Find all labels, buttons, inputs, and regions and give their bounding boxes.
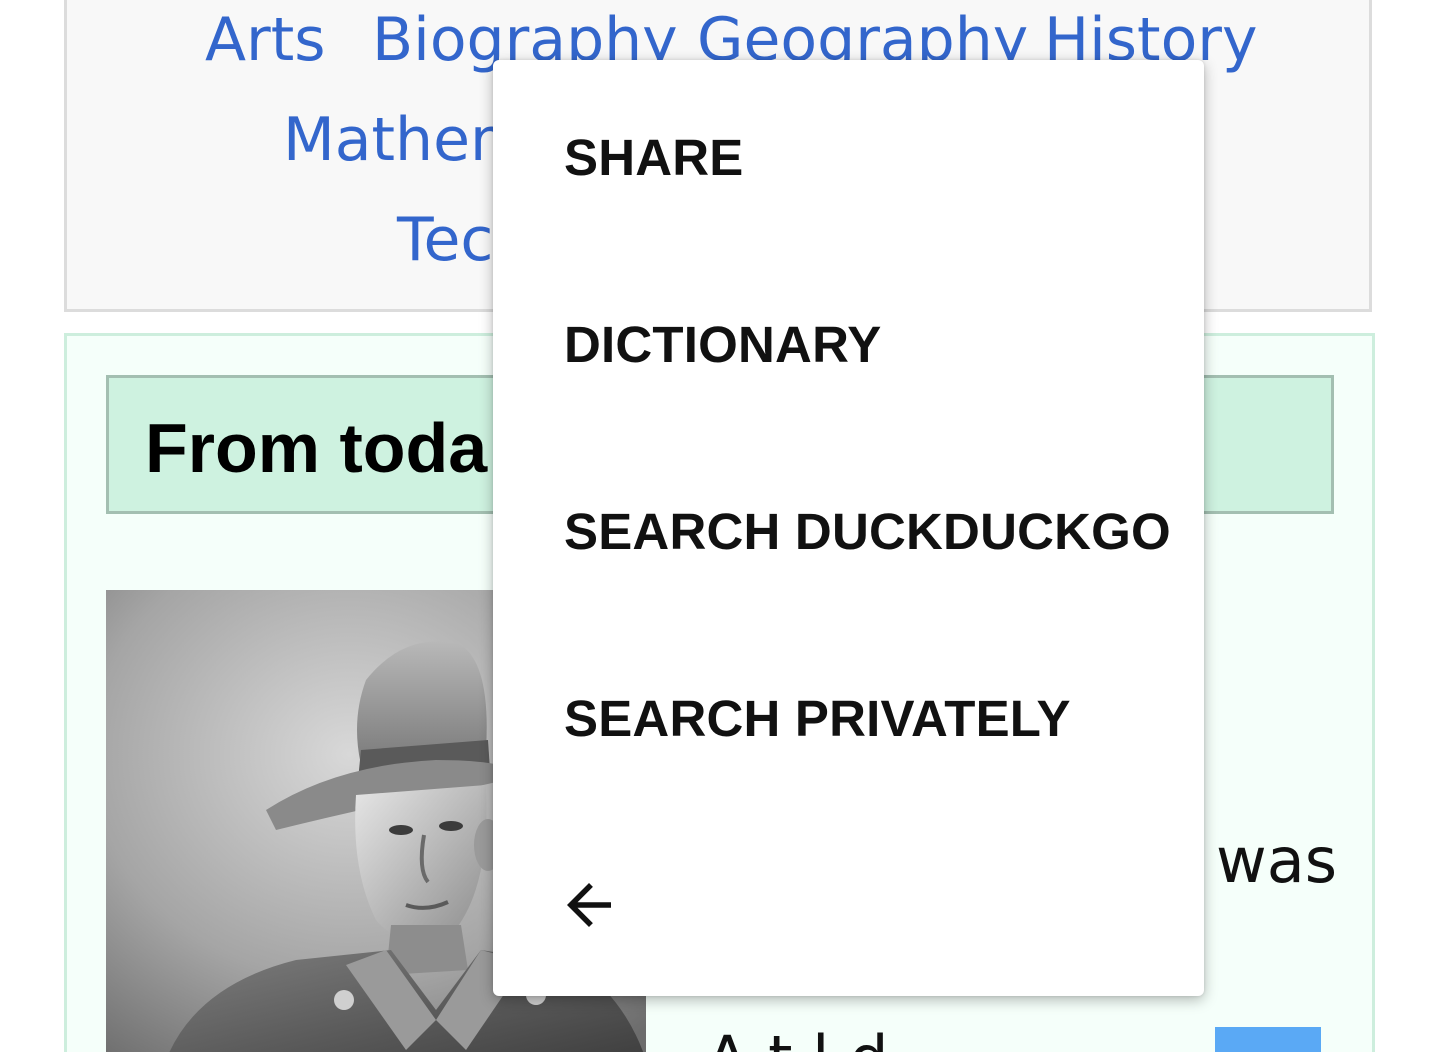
article-text-was: was (1216, 824, 1338, 897)
article-text-bottom: A t l d (706, 1022, 888, 1052)
text-selection-context-menu: SHARE DICTIONARY SEARCH DUCKDUCKGO SEARC… (493, 60, 1204, 996)
menu-item-search-duckduckgo-label: SEARCH DUCKDUCKGO (564, 503, 1171, 560)
topic-link-mathematics[interactable]: Mathem (283, 110, 528, 170)
text-selection-highlight (1215, 1027, 1321, 1052)
topic-link-arts[interactable]: Arts (205, 10, 326, 70)
featured-title: From toda (145, 409, 488, 487)
arrow-left-icon (567, 883, 611, 927)
menu-item-share[interactable]: SHARE (493, 64, 1204, 251)
screen: Arts Biography Geography History Mathem … (0, 0, 1439, 1052)
menu-item-search-privately[interactable]: SEARCH PRIVATELY (493, 625, 1204, 812)
back-button[interactable] (539, 860, 639, 950)
menu-item-share-label: SHARE (564, 129, 744, 186)
menu-item-dictionary[interactable]: DICTIONARY (493, 251, 1204, 438)
menu-item-search-duckduckgo[interactable]: SEARCH DUCKDUCKGO (493, 438, 1204, 625)
topic-link-technology[interactable]: Tec (397, 210, 493, 270)
menu-item-dictionary-label: DICTIONARY (564, 316, 882, 373)
menu-item-search-privately-label: SEARCH PRIVATELY (564, 690, 1071, 747)
